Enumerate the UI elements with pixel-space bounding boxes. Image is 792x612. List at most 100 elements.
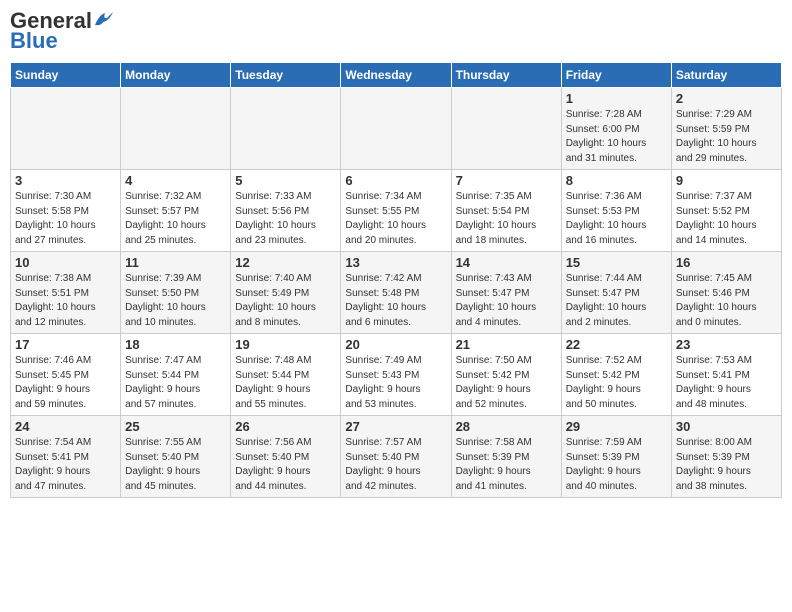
day-info: Sunrise: 7:30 AMSunset: 5:58 PMDaylight:… [15, 190, 116, 248]
day-info: Sunrise: 7:52 AMSunset: 5:42 PMDaylight:… [566, 354, 667, 412]
week-row-2: 10 Sunrise: 7:38 AMSunset: 5:51 PMDayligh… [11, 252, 782, 334]
column-header-sunday: Sunday [11, 63, 121, 88]
day-number: 16 [676, 255, 777, 270]
calendar-cell: 30Sunrise: 8:00 AMSunset: 5:39 PMDayligh… [671, 416, 781, 498]
day-info: Sunrise: 7:56 AMSunset: 5:40 PMDaylight:… [235, 436, 336, 494]
day-number: 29 [566, 419, 667, 434]
calendar-cell [121, 88, 231, 170]
day-number: 21 [456, 337, 557, 352]
week-row-4: 24 Sunrise: 7:54 AMSunset: 5:41 PMDayligh… [11, 416, 782, 498]
logo: General Blue [10, 10, 115, 54]
calendar-cell: 1 Sunrise: 7:28 AMSunset: 6:00 PMDaylight… [561, 88, 671, 170]
day-info: Sunrise: 7:48 AMSunset: 5:44 PMDaylight:… [235, 354, 336, 412]
week-row-1: 3 Sunrise: 7:30 AMSunset: 5:58 PMDaylight… [11, 170, 782, 252]
day-number: 20 [345, 337, 446, 352]
calendar-cell: 11 Sunrise: 7:39 AMSunset: 5:50 PMDayligh… [121, 252, 231, 334]
day-number: 26 [235, 419, 336, 434]
day-info: Sunrise: 7:40 AMSunset: 5:49 PMDaylight:… [235, 272, 336, 330]
calendar-cell: 9 Sunrise: 7:37 AMSunset: 5:52 PMDaylight… [671, 170, 781, 252]
page-header: General Blue [10, 10, 782, 54]
day-info: Sunrise: 7:36 AMSunset: 5:53 PMDaylight:… [566, 190, 667, 248]
day-number: 5 [235, 173, 336, 188]
day-info: Sunrise: 7:46 AMSunset: 5:45 PMDaylight:… [15, 354, 116, 412]
day-info: Sunrise: 7:45 AMSunset: 5:46 PMDaylight:… [676, 272, 777, 330]
day-number: 27 [345, 419, 446, 434]
day-number: 17 [15, 337, 116, 352]
day-info: Sunrise: 7:59 AMSunset: 5:39 PMDaylight:… [566, 436, 667, 494]
day-number: 24 [15, 419, 116, 434]
day-number: 12 [235, 255, 336, 270]
day-info: Sunrise: 7:50 AMSunset: 5:42 PMDaylight:… [456, 354, 557, 412]
day-number: 11 [125, 255, 226, 270]
day-number: 30 [676, 419, 777, 434]
day-number: 14 [456, 255, 557, 270]
day-info: Sunrise: 7:29 AMSunset: 5:59 PMDaylight:… [676, 108, 777, 166]
day-info: Sunrise: 7:43 AMSunset: 5:47 PMDaylight:… [456, 272, 557, 330]
day-number: 28 [456, 419, 557, 434]
calendar-cell [11, 88, 121, 170]
day-info: Sunrise: 7:37 AMSunset: 5:52 PMDaylight:… [676, 190, 777, 248]
column-header-wednesday: Wednesday [341, 63, 451, 88]
week-row-0: 1 Sunrise: 7:28 AMSunset: 6:00 PMDaylight… [11, 88, 782, 170]
column-header-friday: Friday [561, 63, 671, 88]
day-number: 9 [676, 173, 777, 188]
calendar-cell: 27 Sunrise: 7:57 AMSunset: 5:40 PMDayligh… [341, 416, 451, 498]
day-info: Sunrise: 7:34 AMSunset: 5:55 PMDaylight:… [345, 190, 446, 248]
calendar-cell: 7 Sunrise: 7:35 AMSunset: 5:54 PMDaylight… [451, 170, 561, 252]
calendar-cell: 22 Sunrise: 7:52 AMSunset: 5:42 PMDayligh… [561, 334, 671, 416]
day-info: Sunrise: 7:32 AMSunset: 5:57 PMDaylight:… [125, 190, 226, 248]
calendar-table: SundayMondayTuesdayWednesdayThursdayFrid… [10, 62, 782, 498]
column-header-thursday: Thursday [451, 63, 561, 88]
day-number: 3 [15, 173, 116, 188]
column-header-tuesday: Tuesday [231, 63, 341, 88]
day-number: 19 [235, 337, 336, 352]
day-info: Sunrise: 7:28 AMSunset: 6:00 PMDaylight:… [566, 108, 667, 166]
calendar-cell: 25Sunrise: 7:55 AMSunset: 5:40 PMDayligh… [121, 416, 231, 498]
day-number: 13 [345, 255, 446, 270]
day-info: Sunrise: 7:53 AMSunset: 5:41 PMDaylight:… [676, 354, 777, 412]
day-info: Sunrise: 7:39 AMSunset: 5:50 PMDaylight:… [125, 272, 226, 330]
day-number: 15 [566, 255, 667, 270]
calendar-cell [341, 88, 451, 170]
calendar-cell: 28 Sunrise: 7:58 AMSunset: 5:39 PMDayligh… [451, 416, 561, 498]
column-header-saturday: Saturday [671, 63, 781, 88]
calendar-cell: 23 Sunrise: 7:53 AMSunset: 5:41 PMDayligh… [671, 334, 781, 416]
logo-bird-icon [93, 11, 115, 29]
day-info: Sunrise: 7:42 AMSunset: 5:48 PMDaylight:… [345, 272, 446, 330]
calendar-cell: 6Sunrise: 7:34 AMSunset: 5:55 PMDaylight… [341, 170, 451, 252]
calendar-header-row: SundayMondayTuesdayWednesdayThursdayFrid… [11, 63, 782, 88]
calendar-cell: 8 Sunrise: 7:36 AMSunset: 5:53 PMDaylight… [561, 170, 671, 252]
day-number: 22 [566, 337, 667, 352]
calendar-cell: 15Sunrise: 7:44 AMSunset: 5:47 PMDayligh… [561, 252, 671, 334]
day-info: Sunrise: 7:47 AMSunset: 5:44 PMDaylight:… [125, 354, 226, 412]
calendar-cell: 20 Sunrise: 7:49 AMSunset: 5:43 PMDayligh… [341, 334, 451, 416]
day-info: Sunrise: 7:38 AMSunset: 5:51 PMDaylight:… [15, 272, 116, 330]
calendar-cell: 3 Sunrise: 7:30 AMSunset: 5:58 PMDaylight… [11, 170, 121, 252]
day-number: 8 [566, 173, 667, 188]
day-number: 10 [15, 255, 116, 270]
calendar-cell: 12 Sunrise: 7:40 AMSunset: 5:49 PMDayligh… [231, 252, 341, 334]
calendar-cell: 24 Sunrise: 7:54 AMSunset: 5:41 PMDayligh… [11, 416, 121, 498]
calendar-cell: 29 Sunrise: 7:59 AMSunset: 5:39 PMDayligh… [561, 416, 671, 498]
calendar-cell: 13 Sunrise: 7:42 AMSunset: 5:48 PMDayligh… [341, 252, 451, 334]
day-number: 1 [566, 91, 667, 106]
calendar-cell: 5Sunrise: 7:33 AMSunset: 5:56 PMDaylight… [231, 170, 341, 252]
day-info: Sunrise: 7:49 AMSunset: 5:43 PMDaylight:… [345, 354, 446, 412]
calendar-cell: 16 Sunrise: 7:45 AMSunset: 5:46 PMDayligh… [671, 252, 781, 334]
calendar-cell: 2Sunrise: 7:29 AMSunset: 5:59 PMDaylight… [671, 88, 781, 170]
calendar-body: 1 Sunrise: 7:28 AMSunset: 6:00 PMDaylight… [11, 88, 782, 498]
day-number: 7 [456, 173, 557, 188]
day-info: Sunrise: 7:54 AMSunset: 5:41 PMDaylight:… [15, 436, 116, 494]
calendar-cell [231, 88, 341, 170]
calendar-cell: 21 Sunrise: 7:50 AMSunset: 5:42 PMDayligh… [451, 334, 561, 416]
day-number: 18 [125, 337, 226, 352]
day-number: 4 [125, 173, 226, 188]
calendar-cell: 19 Sunrise: 7:48 AMSunset: 5:44 PMDayligh… [231, 334, 341, 416]
day-info: Sunrise: 7:58 AMSunset: 5:39 PMDaylight:… [456, 436, 557, 494]
day-info: Sunrise: 7:57 AMSunset: 5:40 PMDaylight:… [345, 436, 446, 494]
week-row-3: 17 Sunrise: 7:46 AMSunset: 5:45 PMDayligh… [11, 334, 782, 416]
day-info: Sunrise: 7:35 AMSunset: 5:54 PMDaylight:… [456, 190, 557, 248]
day-number: 23 [676, 337, 777, 352]
day-info: Sunrise: 7:55 AMSunset: 5:40 PMDaylight:… [125, 436, 226, 494]
calendar-cell: 26 Sunrise: 7:56 AMSunset: 5:40 PMDayligh… [231, 416, 341, 498]
